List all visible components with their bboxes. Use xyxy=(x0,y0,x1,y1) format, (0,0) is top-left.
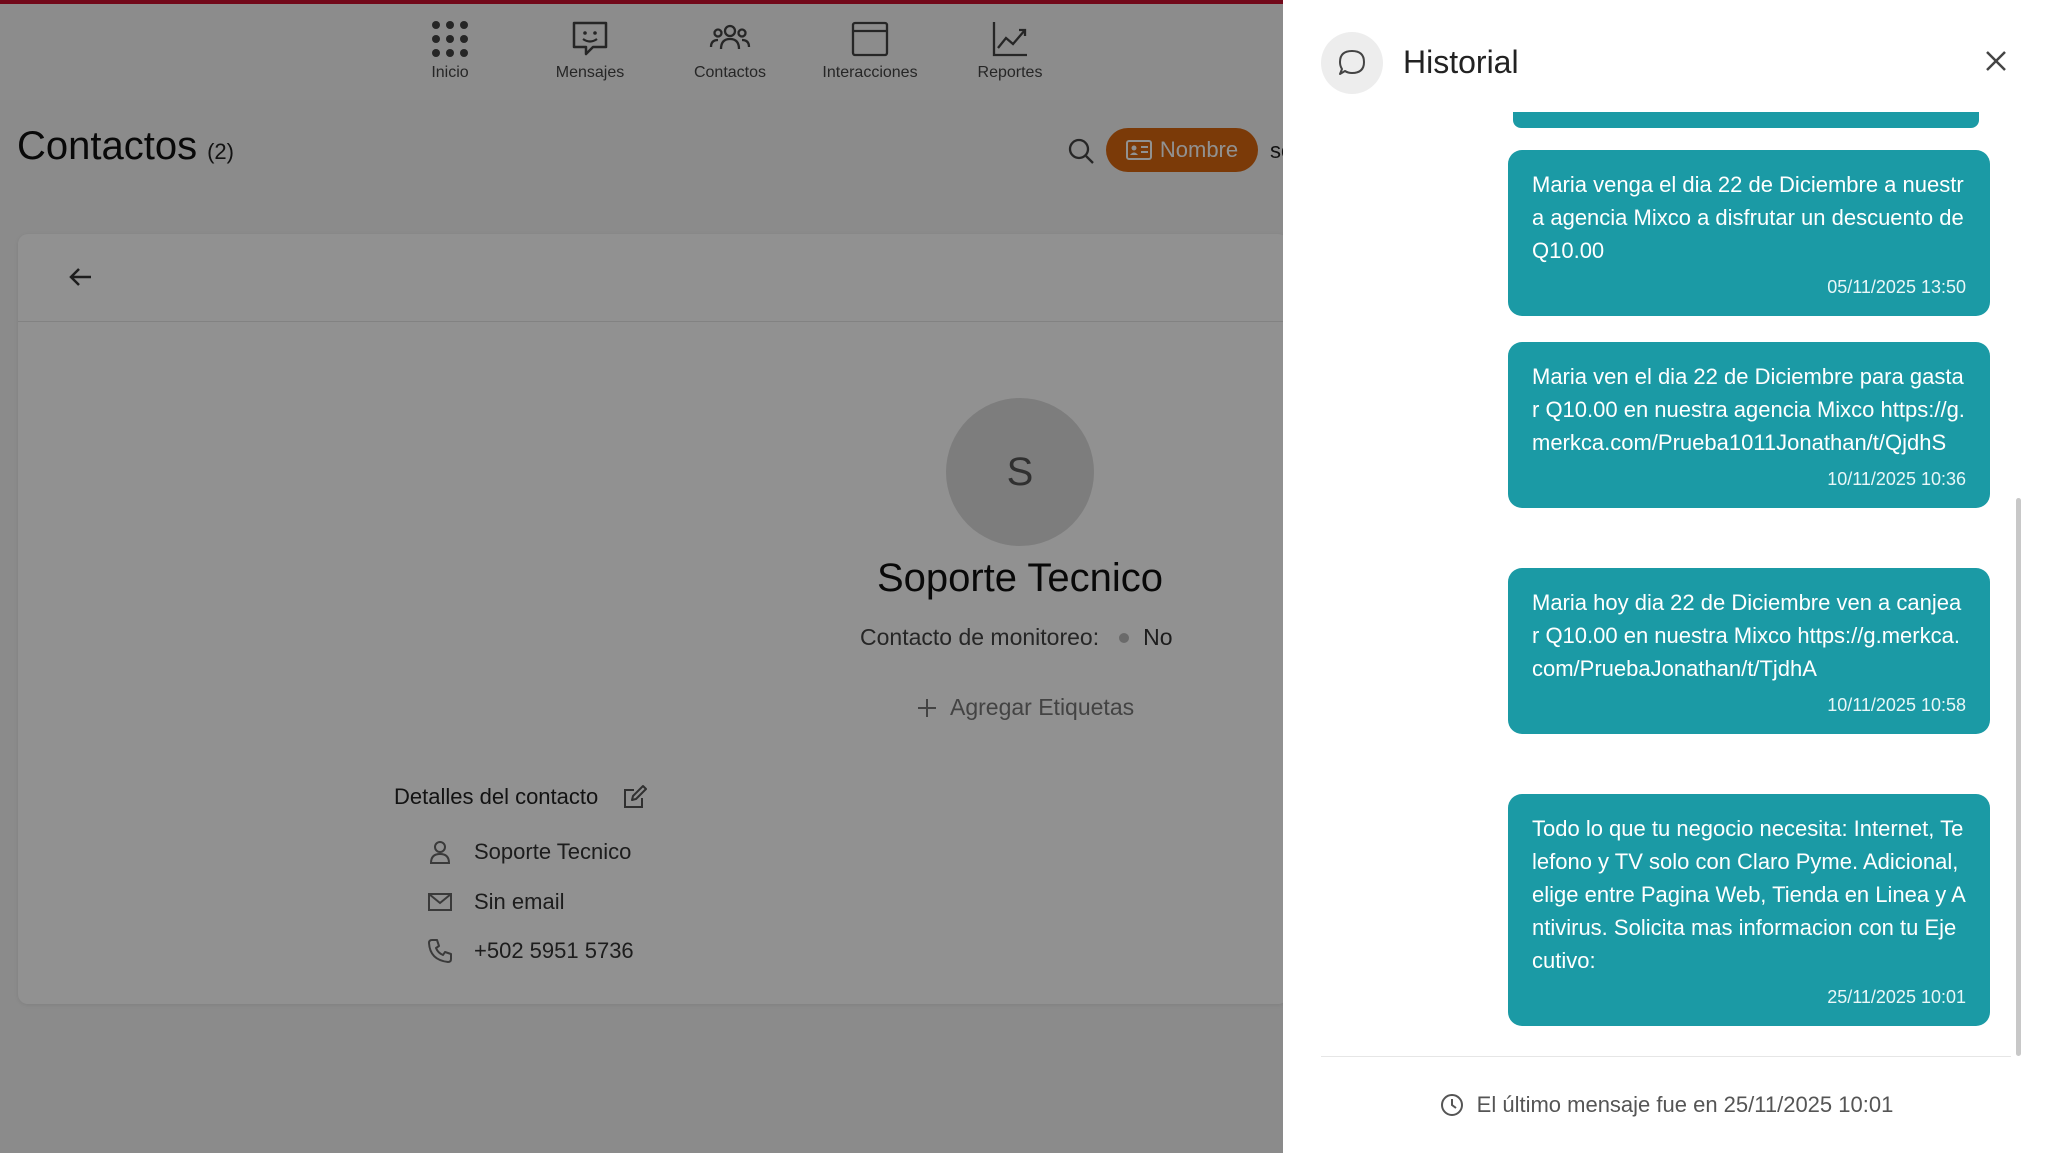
drawer-header: Historial xyxy=(1283,0,2048,112)
message-time: 25/11/2025 10:01 xyxy=(1827,987,1966,1007)
last-message-text: El último mensaje fue en 25/11/2025 10:0… xyxy=(1476,1092,1894,1117)
close-icon[interactable] xyxy=(1981,46,2011,76)
message-time: 10/11/2025 10:58 xyxy=(1827,695,1966,715)
message-bubble: Maria hoy dia 22 de Diciembre ven a canj… xyxy=(1508,568,1990,734)
message-bubble: Maria ven el dia 22 de Diciembre para ga… xyxy=(1508,342,1990,508)
drawer-footer: El último mensaje fue en 25/11/2025 10:0… xyxy=(1321,1056,2011,1153)
message-text: Todo lo que tu negocio necesita: Interne… xyxy=(1532,816,1966,973)
message-text: Maria venga el dia 22 de Diciembre a nue… xyxy=(1532,172,1964,263)
history-drawer: Historial Maria venga el dia 22 de Dicie… xyxy=(1283,0,2048,1153)
modal-backdrop[interactable] xyxy=(0,0,1283,1153)
message-bubble: Maria venga el dia 22 de Diciembre a nue… xyxy=(1508,150,1990,316)
drawer-title: Historial xyxy=(1403,44,1519,80)
message-time: 05/11/2025 13:50 xyxy=(1827,277,1966,297)
chat-bubble-icon xyxy=(1339,50,1365,75)
message-text: Maria ven el dia 22 de Diciembre para ga… xyxy=(1532,364,1965,455)
message-time: 10/11/2025 10:36 xyxy=(1827,469,1966,489)
scrollbar[interactable] xyxy=(2016,498,2021,1056)
history-avatar xyxy=(1321,32,1383,94)
message-bubble-partial xyxy=(1513,112,1979,128)
message-bubble: Todo lo que tu negocio necesita: Interne… xyxy=(1508,794,1990,1026)
message-text: Maria hoy dia 22 de Diciembre ven a canj… xyxy=(1532,590,1962,681)
clock-icon xyxy=(1440,1094,1463,1116)
message-list[interactable]: Maria venga el dia 22 de Diciembre a nue… xyxy=(1283,112,2048,1056)
